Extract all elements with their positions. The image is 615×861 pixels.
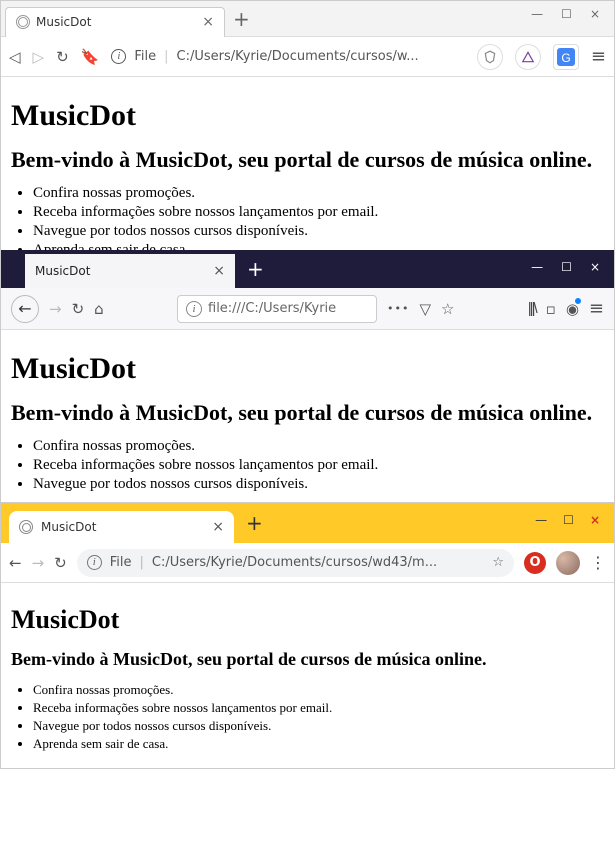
tab-title: MusicDot [35,264,205,278]
pocket-shield-icon[interactable]: ▽ [419,300,431,318]
list-item: Receba informações sobre nossos lançamen… [33,457,604,474]
address-bar[interactable]: i File | C:/Users/Kyrie/Documents/cursos… [77,549,514,577]
minimize-icon[interactable]: — [535,513,547,527]
bullet-list: Confira nossas promoções. Receba informa… [33,438,604,493]
window-controls: — ☐ × [521,1,610,27]
tab-title: MusicDot [36,15,196,29]
page-actions-icon[interactable]: ••• [387,302,409,315]
page-heading: MusicDot [11,99,604,133]
url-separator: | [164,49,168,64]
reload-button[interactable]: ↻ [56,48,69,66]
profile-avatar[interactable] [556,551,580,575]
maximize-icon[interactable]: ☐ [561,260,572,274]
new-tab-button[interactable]: + [225,7,258,31]
close-tab-icon[interactable]: × [202,14,214,30]
forward-button[interactable]: ▷ [33,48,45,66]
minimize-icon[interactable]: — [531,260,543,274]
bullet-list: Confira nossas promoções. Receba informa… [33,185,604,259]
url-scheme: File [134,49,156,64]
list-item: Aprenda sem sair de casa. [33,736,604,752]
close-tab-icon[interactable]: × [212,519,224,535]
forward-button[interactable]: → [49,300,62,318]
url-path: file:///C:/Users/Kyrie [208,301,368,316]
new-tab-button[interactable]: + [235,257,276,281]
page-heading: MusicDot [11,605,604,635]
brave-shield-icon[interactable] [477,44,503,70]
bookmark-star-icon[interactable]: ☆ [492,555,504,570]
toolbar-right: |||\ ▫ ◉ ≡ [528,298,604,319]
back-button[interactable]: ← [9,554,22,572]
bullet-list: Confira nossas promoções. Receba informa… [33,682,604,752]
window-controls: — ☐ × [525,503,610,537]
page-content: MusicDot Bem-vindo à MusicDot, seu porta… [1,330,614,509]
menu-button[interactable]: ≡ [589,298,604,319]
list-item: Confira nossas promoções. [33,185,604,202]
back-button[interactable]: ← [11,295,39,323]
account-icon[interactable]: ◉ [566,300,579,318]
site-info-icon[interactable]: i [111,49,126,64]
browser-tab[interactable]: MusicDot × [9,511,234,543]
bookmark-star-icon[interactable]: ☆ [441,300,454,318]
site-info-icon[interactable]: i [186,301,202,317]
home-button[interactable]: ⌂ [94,300,104,318]
page-content: MusicDot Bem-vindo à MusicDot, seu porta… [1,583,614,768]
extension-triangle-icon[interactable] [515,44,541,70]
browser-tab[interactable]: MusicDot × [25,254,235,288]
browser-tab[interactable]: MusicDot × [5,7,225,37]
minimize-icon[interactable]: — [531,7,543,21]
url-path: C:/Users/Kyrie/Documents/cursos/wd43/m..… [152,555,437,570]
browser-window-3: MusicDot × + — ☐ × ← → ↻ i File | C:/Use… [0,502,615,769]
close-window-icon[interactable]: × [590,513,600,527]
forward-button[interactable]: → [32,554,45,572]
tab-title: MusicDot [41,520,204,534]
page-subheading: Bem-vindo à MusicDot, seu portal de curs… [11,400,604,426]
list-item: Receba informações sobre nossos lançamen… [33,204,604,221]
address-bar[interactable]: i file:///C:/Users/Kyrie [177,295,377,323]
list-item: Navegue por todos nossos cursos disponív… [33,223,604,240]
site-info-icon[interactable]: i [87,555,102,570]
toolbar: ← → ↻ i File | C:/Users/Kyrie/Documents/… [1,543,614,583]
svg-text:G: G [561,51,570,65]
list-item: Navegue por todos nossos cursos disponív… [33,476,604,493]
page-subheading: Bem-vindo à MusicDot, seu portal de curs… [11,649,604,670]
close-window-icon[interactable]: × [590,260,600,274]
bookmark-button[interactable]: 🔖 [81,48,100,66]
toolbar: ← → ↻ ⌂ i file:///C:/Users/Kyrie ••• ▽ ☆… [1,288,614,330]
new-tab-button[interactable]: + [234,511,275,535]
page-heading: MusicDot [11,352,604,386]
opera-icon[interactable]: O [524,552,546,574]
sidebar-icon[interactable]: ▫ [546,300,556,318]
tab-strip: MusicDot × + — ☐ × [1,250,614,288]
close-tab-icon[interactable]: × [213,263,225,279]
list-item: Navegue por todos nossos cursos disponív… [33,718,604,734]
address-bar[interactable]: i File | C:/Users/Kyrie/Documents/cursos… [111,49,465,64]
globe-icon [16,15,30,29]
menu-button[interactable]: ≡ [591,46,606,67]
browser-window-2: MusicDot × + — ☐ × ← → ↻ ⌂ i file:///C:/… [0,250,615,510]
close-window-icon[interactable]: × [590,7,600,21]
toolbar: ◁ ▷ ↻ 🔖 i File | C:/Users/Kyrie/Document… [1,37,614,77]
url-scheme: File [110,555,132,570]
globe-icon [19,520,33,534]
maximize-icon[interactable]: ☐ [563,513,574,527]
browser-window-1: MusicDot × + — ☐ × ◁ ▷ ↻ 🔖 i File | C:/U… [0,0,615,276]
list-item: Receba informações sobre nossos lançamen… [33,700,604,716]
page-subheading: Bem-vindo à MusicDot, seu portal de curs… [11,147,604,173]
menu-button[interactable]: ⋮ [590,553,606,572]
page-content: MusicDot Bem-vindo à MusicDot, seu porta… [1,77,614,275]
tab-strip: MusicDot × + — ☐ × [1,503,614,543]
translate-icon[interactable]: G [553,44,579,70]
list-item: Confira nossas promoções. [33,438,604,455]
maximize-icon[interactable]: ☐ [561,7,572,21]
back-button[interactable]: ◁ [9,48,21,66]
library-icon[interactable]: |||\ [528,300,536,317]
url-path: C:/Users/Kyrie/Documents/cursos/w... [177,49,419,64]
reload-button[interactable]: ↻ [54,554,67,572]
window-controls: — ☐ × [521,250,610,284]
reload-button[interactable]: ↻ [72,300,85,318]
tab-strip: MusicDot × + — ☐ × [1,1,614,37]
url-separator: | [140,555,144,570]
list-item: Confira nossas promoções. [33,682,604,698]
